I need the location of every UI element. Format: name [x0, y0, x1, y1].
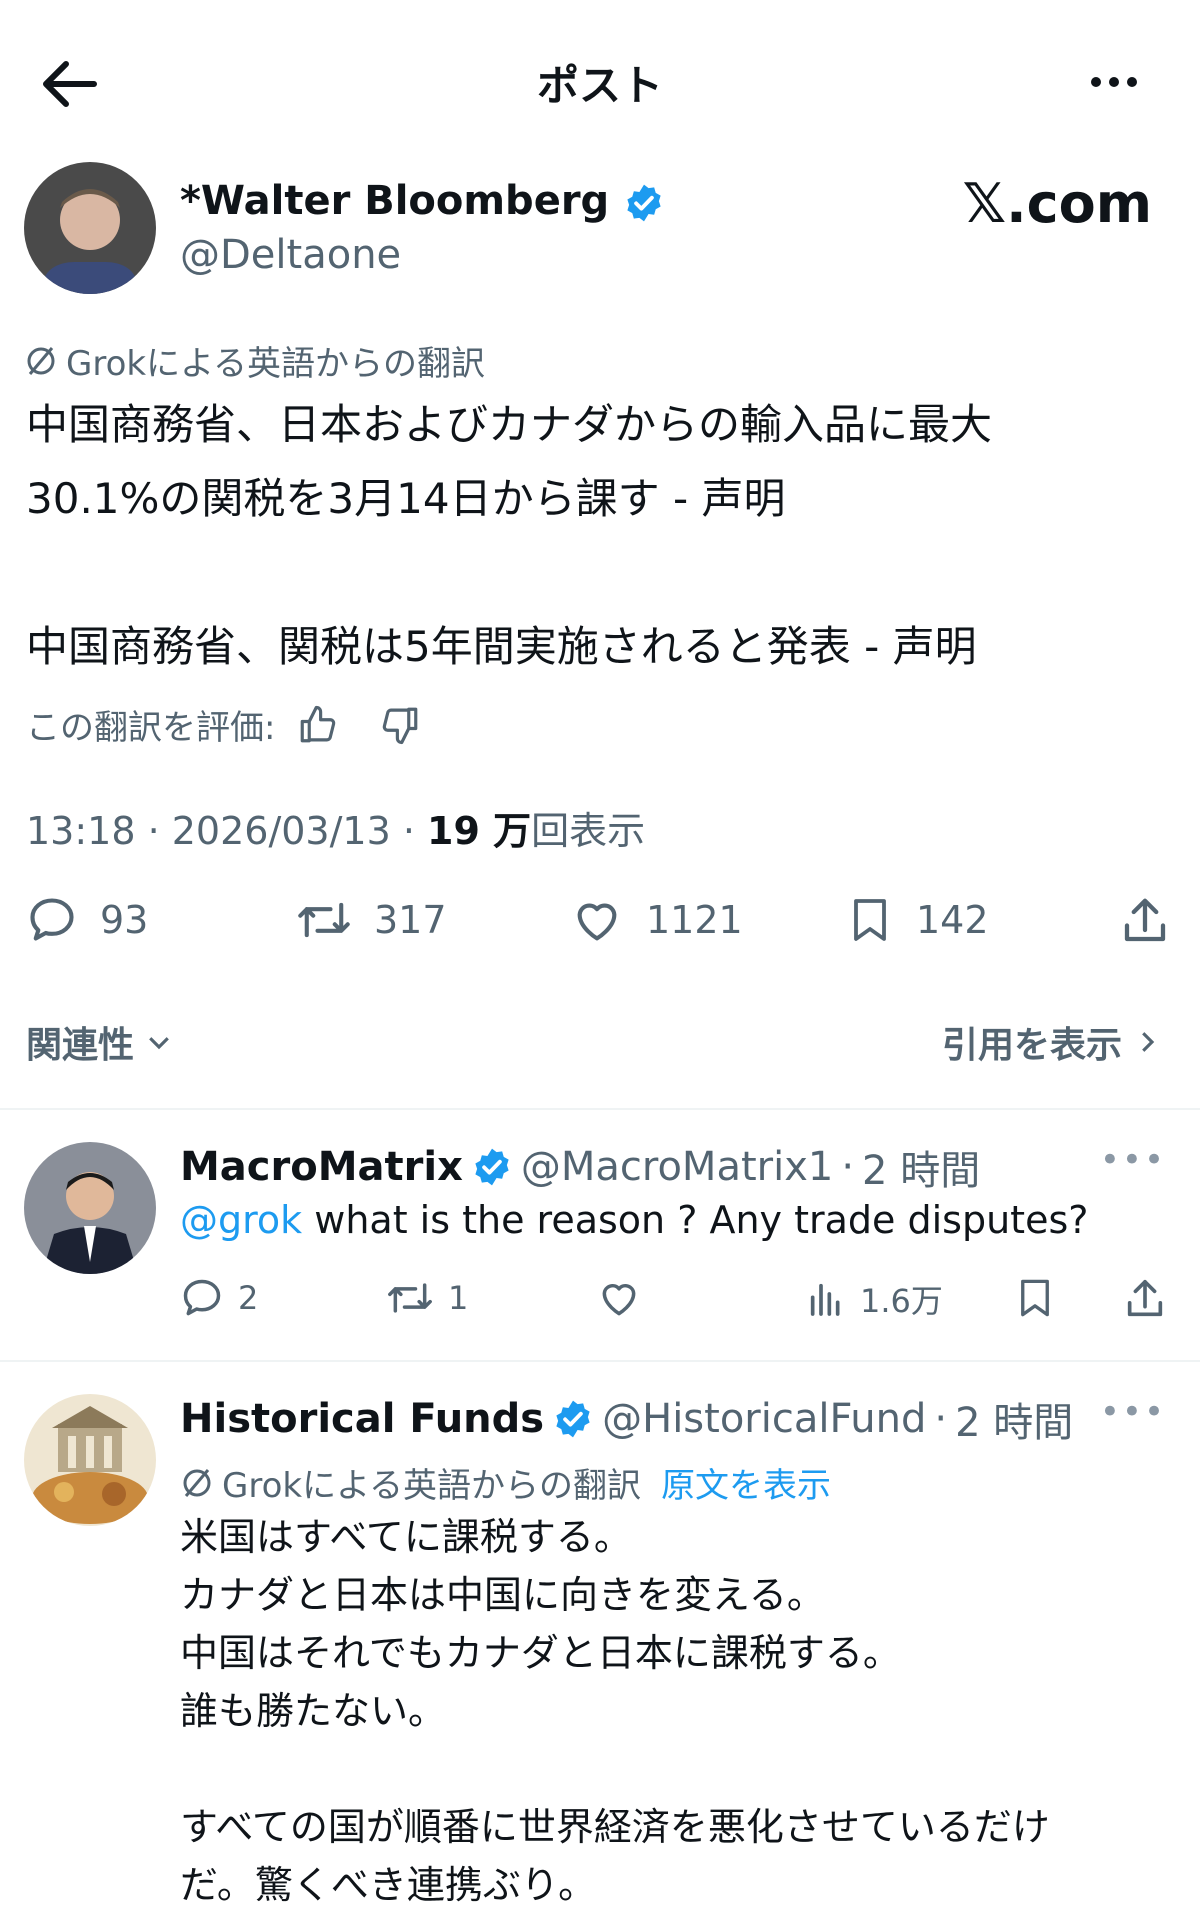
reply-reply-count: 2: [238, 1279, 259, 1317]
reply-text-line: 米国はすべてに課税する。: [180, 1515, 632, 1559]
share-icon[interactable]: [1122, 1276, 1168, 1322]
reply-repost-action[interactable]: 1: [386, 1276, 468, 1320]
translation-note: Grokによる英語からの翻訳 原文を表示: [180, 1458, 831, 1507]
author-avatar[interactable]: [24, 162, 156, 294]
bookmark-action[interactable]: 142: [846, 894, 989, 946]
rate-translation: この翻訳を評価:: [26, 700, 421, 749]
author-name-text: *Walter Bloomberg: [180, 178, 610, 224]
repost-icon: [298, 902, 350, 938]
reply-text-line: 中国はそれでもカナダと日本に課税する。: [180, 1631, 901, 1675]
reply-time: 2 時間: [955, 1400, 1074, 1446]
reply-views-count: 1.6万: [860, 1282, 943, 1320]
separator-dot: ·: [934, 1396, 948, 1442]
mention-link[interactable]: @grok: [180, 1198, 302, 1242]
reply-text-line: すべての国が順番に世界経済を悪化させているだけ: [180, 1805, 1050, 1849]
divider: [0, 1360, 1200, 1362]
post-text: 中国商務省、日本およびカナダからの輸入品に最大 30.1%の関税を3月14日から…: [26, 388, 1176, 684]
show-quotes-link[interactable]: 引用を表示: [942, 1016, 1162, 1068]
reply-text-line: 誰も勝たない。: [180, 1689, 447, 1733]
heart-icon[interactable]: [596, 1276, 642, 1320]
relevance-dropdown[interactable]: 関連性: [26, 1016, 174, 1068]
repost-icon: [388, 1283, 432, 1313]
thumbs-up-icon[interactable]: [297, 704, 339, 746]
post-text-line: 中国商務省、関税は5年間実施されると発表 - 声明: [26, 622, 977, 671]
grok-slash-icon: [183, 1468, 211, 1497]
reply-action[interactable]: 93: [26, 894, 148, 946]
reply-count: 93: [100, 898, 149, 942]
verified-badge-icon: [556, 1400, 590, 1438]
repost-count: 317: [374, 898, 447, 942]
reply-header: Historical Funds @HistoricalFund · 2 時間: [180, 1390, 1073, 1448]
author-handle[interactable]: @Deltaone: [180, 232, 401, 278]
reply-time: 2 時間: [862, 1148, 981, 1194]
reply-author-name[interactable]: Historical Funds: [180, 1396, 544, 1442]
reply-text: @grok what is the reason ? Any trade dis…: [180, 1198, 1088, 1242]
reply-text-line: カナダと日本は中国に向きを変える。: [180, 1573, 825, 1617]
reply-avatar[interactable]: [24, 1142, 156, 1274]
chevron-right-icon: [1142, 1032, 1155, 1052]
share-icon[interactable]: [1118, 894, 1172, 948]
like-count: 1121: [646, 898, 743, 942]
reply-author-handle[interactable]: @MacroMatrix1: [521, 1144, 833, 1190]
show-original-link[interactable]: 原文を表示: [661, 1458, 831, 1507]
bookmark-icon[interactable]: [1014, 1276, 1056, 1320]
views-label: 回表示: [531, 809, 646, 853]
reply-reply-action[interactable]: 2: [180, 1276, 258, 1320]
bookmark-icon: [854, 899, 886, 941]
show-quotes-label: 引用を表示: [941, 1025, 1122, 1066]
reply-avatar[interactable]: [24, 1394, 156, 1526]
xcom-watermark: 𝕏.com: [962, 172, 1152, 235]
bookmark-count: 142: [916, 898, 989, 942]
relevance-label: 関連性: [26, 1025, 135, 1066]
translation-note-text: Grokによる英語からの翻訳: [66, 344, 486, 384]
reply-author-name[interactable]: MacroMatrix: [180, 1144, 463, 1190]
translation-note-text: Grokによる英語からの翻訳: [222, 1466, 642, 1506]
timestamp-text: 13:18 · 2026/03/13 ·: [26, 809, 428, 853]
reply-icon: [183, 1279, 221, 1316]
more-options-icon[interactable]: [1082, 62, 1146, 102]
grok-slash-icon: [27, 346, 55, 375]
reply-text-line: だ。驚くべき連携ぶり。: [180, 1863, 597, 1907]
analytics-icon: [810, 1283, 840, 1316]
post-text-line: 中国商務省、日本およびカナダからの輸入品に最大: [26, 400, 993, 449]
reply-more-icon[interactable]: •••: [1100, 1140, 1166, 1180]
reply-text-body: what is the reason ? Any trade disputes?: [302, 1198, 1089, 1242]
reply-views-action[interactable]: 1.6万: [806, 1276, 943, 1322]
separator-dot: ·: [841, 1144, 855, 1190]
page-title: ポスト: [536, 61, 663, 110]
views-count: 19 万: [427, 809, 532, 853]
author-name[interactable]: *Walter Bloomberg: [180, 178, 665, 224]
reply-repost-count: 1: [448, 1279, 469, 1317]
post-timestamp[interactable]: 13:18 · 2026/03/13 · 19 万回表示: [26, 800, 645, 855]
divider: [0, 1108, 1200, 1110]
thumbs-down-icon[interactable]: [379, 704, 421, 746]
reply-icon: [30, 898, 74, 941]
reply-more-icon[interactable]: •••: [1100, 1392, 1166, 1432]
reply-author-handle[interactable]: @HistoricalFund: [602, 1396, 926, 1442]
like-action[interactable]: 1121: [570, 894, 743, 946]
chevron-down-icon: [149, 1037, 169, 1050]
translation-note: Grokによる英語からの翻訳: [24, 336, 485, 385]
reply-text: 米国はすべてに課税する。 カナダと日本は中国に向きを変える。 中国はそれでもカナ…: [180, 1508, 1050, 1914]
reply-header: MacroMatrix @MacroMatrix1 · 2 時間: [180, 1138, 980, 1196]
rate-label: この翻訳を評価:: [26, 708, 276, 748]
verified-badge-icon: [627, 184, 661, 222]
heart-icon: [577, 903, 617, 941]
repost-action[interactable]: 317: [296, 894, 447, 946]
post-text-line: 30.1%の関税を3月14日から課す - 声明: [26, 474, 786, 523]
verified-badge-icon: [475, 1148, 509, 1186]
